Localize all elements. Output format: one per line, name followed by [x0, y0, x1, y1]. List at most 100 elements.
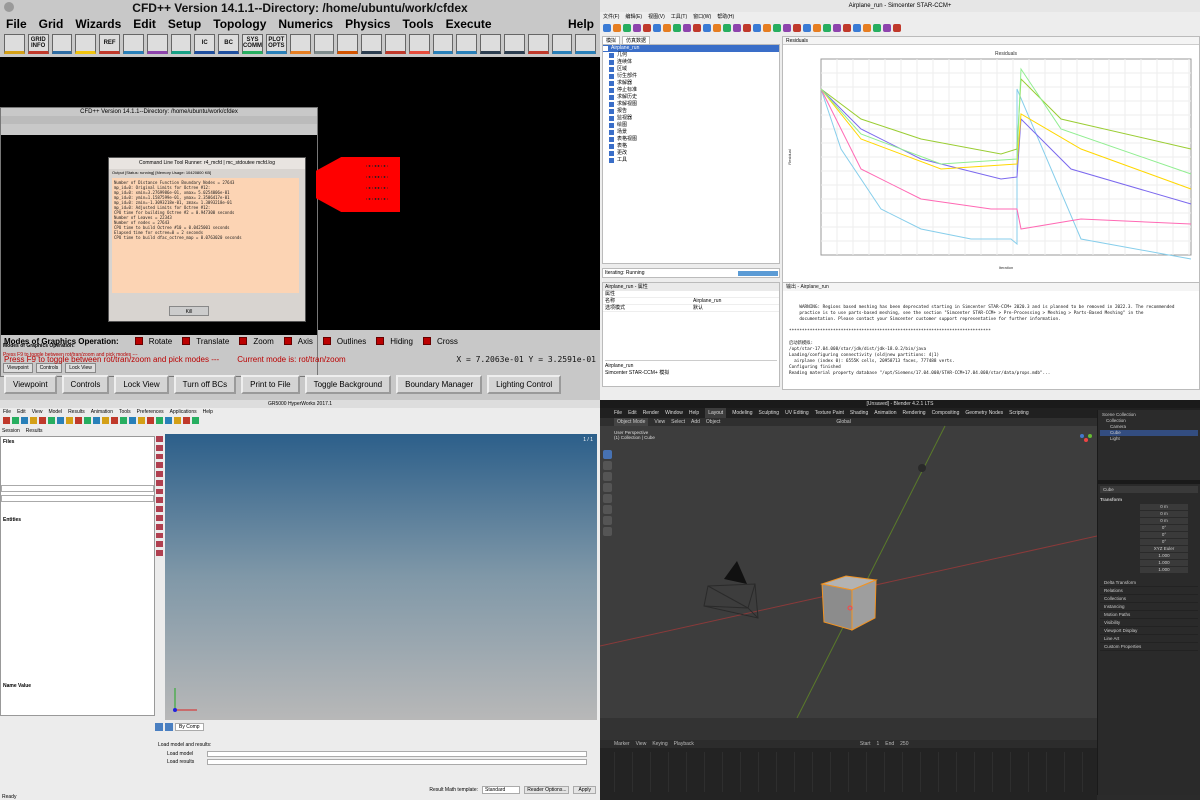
workspace-tab[interactable]: Animation — [874, 408, 896, 418]
transform-field[interactable]: 0° — [1140, 539, 1188, 545]
hw-tool-icon[interactable] — [3, 417, 10, 424]
workspace-tab[interactable]: Compositing — [932, 408, 960, 418]
hw-tool-icon[interactable] — [21, 417, 28, 424]
mode-hiding[interactable]: Hiding — [376, 337, 413, 346]
property-section[interactable]: Collections — [1100, 595, 1198, 603]
menu-tools[interactable]: Tools — [402, 16, 433, 32]
blender-menu-item[interactable]: Window — [665, 408, 683, 418]
menu-topology[interactable]: Topology — [213, 16, 266, 32]
hw-menu-item[interactable]: Model — [48, 408, 62, 416]
property-section[interactable]: Viewport Display — [1100, 627, 1198, 635]
workspace-tab[interactable]: Geometry Nodes — [965, 408, 1003, 418]
view-icon-2[interactable] — [165, 723, 173, 731]
toolbar-button-6-icon[interactable] — [122, 34, 144, 54]
mode-axis[interactable]: Axis — [283, 337, 313, 346]
mode-zoom[interactable]: Zoom — [239, 337, 274, 346]
toolbar-button-21-icon[interactable] — [480, 34, 501, 54]
toolbar-button-9-icon[interactable]: IC — [194, 34, 216, 54]
star-menu-item[interactable]: 视图(V) — [648, 12, 665, 22]
transform-field[interactable]: 1.000 — [1140, 567, 1188, 573]
star-menu-item[interactable]: 窗口(W) — [693, 12, 711, 22]
reader-options-button[interactable]: Reader Options... — [524, 786, 570, 794]
transform-field[interactable]: 0° — [1140, 532, 1188, 538]
hw-tool-icon[interactable] — [174, 417, 181, 424]
hw-tool-icon[interactable] — [156, 417, 163, 424]
toolbar-button-25-icon[interactable] — [575, 34, 597, 54]
hw-tool-icon[interactable] — [84, 417, 91, 424]
star-tool-icon[interactable] — [883, 24, 891, 32]
filter-field-2[interactable] — [1, 495, 154, 502]
workspace-tab[interactable]: Rendering — [902, 408, 925, 418]
property-section[interactable]: Instancing — [1100, 603, 1198, 611]
timeline-menu-item[interactable]: Keying — [652, 740, 667, 748]
hw-tool-icon[interactable] — [147, 417, 154, 424]
tree-item[interactable]: 场景 — [603, 129, 779, 136]
toolbar-button-15-icon[interactable] — [337, 34, 359, 54]
hw-side-icon[interactable] — [156, 550, 163, 556]
star-tool-icon[interactable] — [873, 24, 881, 32]
toolbar-button-24-icon[interactable] — [551, 34, 573, 54]
toolbar-button-7-icon[interactable] — [146, 34, 168, 54]
toolbar-button-17-icon[interactable] — [384, 34, 406, 54]
tree-item[interactable]: 监视器 — [603, 115, 779, 122]
tree-item[interactable]: 求解器 — [603, 80, 779, 87]
tree-item[interactable]: 连续体 — [603, 59, 779, 66]
hw-side-icon[interactable] — [156, 462, 163, 469]
hw-tool-icon[interactable] — [39, 417, 46, 424]
star-tool-icon[interactable] — [713, 24, 721, 32]
property-section[interactable]: Motion Paths — [1100, 611, 1198, 619]
star-tool-icon[interactable] — [613, 24, 621, 32]
lighting-control-button[interactable]: Lighting Control — [487, 375, 562, 394]
menu-help[interactable]: Help — [568, 16, 594, 32]
hw-viewport[interactable]: 1 / 1 — [165, 434, 597, 720]
start-field[interactable]: 1 — [876, 740, 879, 748]
tree-item[interactable]: 报告 — [603, 108, 779, 115]
hw-side-icon[interactable] — [156, 515, 163, 521]
star-menu-item[interactable]: 文件(F) — [603, 12, 619, 22]
star-tool-icon[interactable] — [803, 24, 811, 32]
tree-item[interactable]: 更改 — [603, 150, 779, 157]
tree-root[interactable]: Airplane_run — [603, 45, 779, 52]
end-field[interactable]: 250 — [900, 740, 908, 748]
template-select[interactable]: Standard — [482, 786, 521, 794]
star-menu-item[interactable]: 工具(T) — [671, 12, 687, 22]
workspace-tab[interactable]: Layout — [705, 408, 727, 418]
star-tool-icon[interactable] — [763, 24, 771, 32]
window-button-icon[interactable] — [4, 2, 14, 12]
star-tool-icon[interactable] — [753, 24, 761, 32]
transform-field[interactable]: 0 m — [1140, 511, 1188, 517]
hw-side-icon[interactable] — [156, 444, 163, 451]
tab-session[interactable]: Session — [2, 428, 20, 434]
toolbar-button-5-icon[interactable]: REF — [99, 34, 120, 54]
timeline-track[interactable] — [614, 752, 1084, 792]
hw-menu-item[interactable]: Applications — [170, 408, 197, 416]
props-val[interactable]: Airplane_run — [693, 298, 721, 304]
star-tool-icon[interactable] — [863, 24, 871, 32]
tree-item[interactable]: 工具 — [603, 157, 779, 164]
hw-menu-item[interactable]: Animation — [91, 408, 113, 416]
toolbar-button-14-icon[interactable] — [313, 34, 335, 54]
toolbar-button-22-icon[interactable] — [503, 34, 525, 54]
tree-item[interactable]: 求解视图 — [603, 101, 779, 108]
star-tool-icon[interactable] — [843, 24, 851, 32]
transform-field[interactable]: 0 m — [1140, 518, 1188, 524]
star-tool-icon[interactable] — [723, 24, 731, 32]
menu-numerics[interactable]: Numerics — [278, 16, 333, 32]
tree-item[interactable]: 区域 — [603, 66, 779, 73]
star-tool-icon[interactable] — [703, 24, 711, 32]
hw-menu-item[interactable]: Tools — [119, 408, 131, 416]
toolbar-button-18-icon[interactable] — [408, 34, 430, 54]
mode-translate[interactable]: Translate — [182, 337, 229, 346]
hw-side-icon[interactable] — [156, 523, 163, 530]
view-icon[interactable] — [155, 723, 163, 731]
mode-outlines[interactable]: Outlines — [322, 337, 366, 346]
filter-field[interactable] — [1, 485, 154, 492]
transform-field[interactable]: 0° — [1140, 525, 1188, 531]
timeline-menu-item[interactable]: View — [636, 740, 647, 748]
menu-physics[interactable]: Physics — [345, 16, 390, 32]
hw-side-icon[interactable] — [156, 436, 163, 442]
transform-field[interactable]: 1.000 — [1140, 553, 1188, 559]
3d-viewport[interactable]: Object Mode View Select Add Object Global Us… — [600, 418, 1097, 718]
boundary-manager-button[interactable]: Boundary Manager — [396, 375, 483, 394]
star-tool-icon[interactable] — [893, 24, 901, 32]
